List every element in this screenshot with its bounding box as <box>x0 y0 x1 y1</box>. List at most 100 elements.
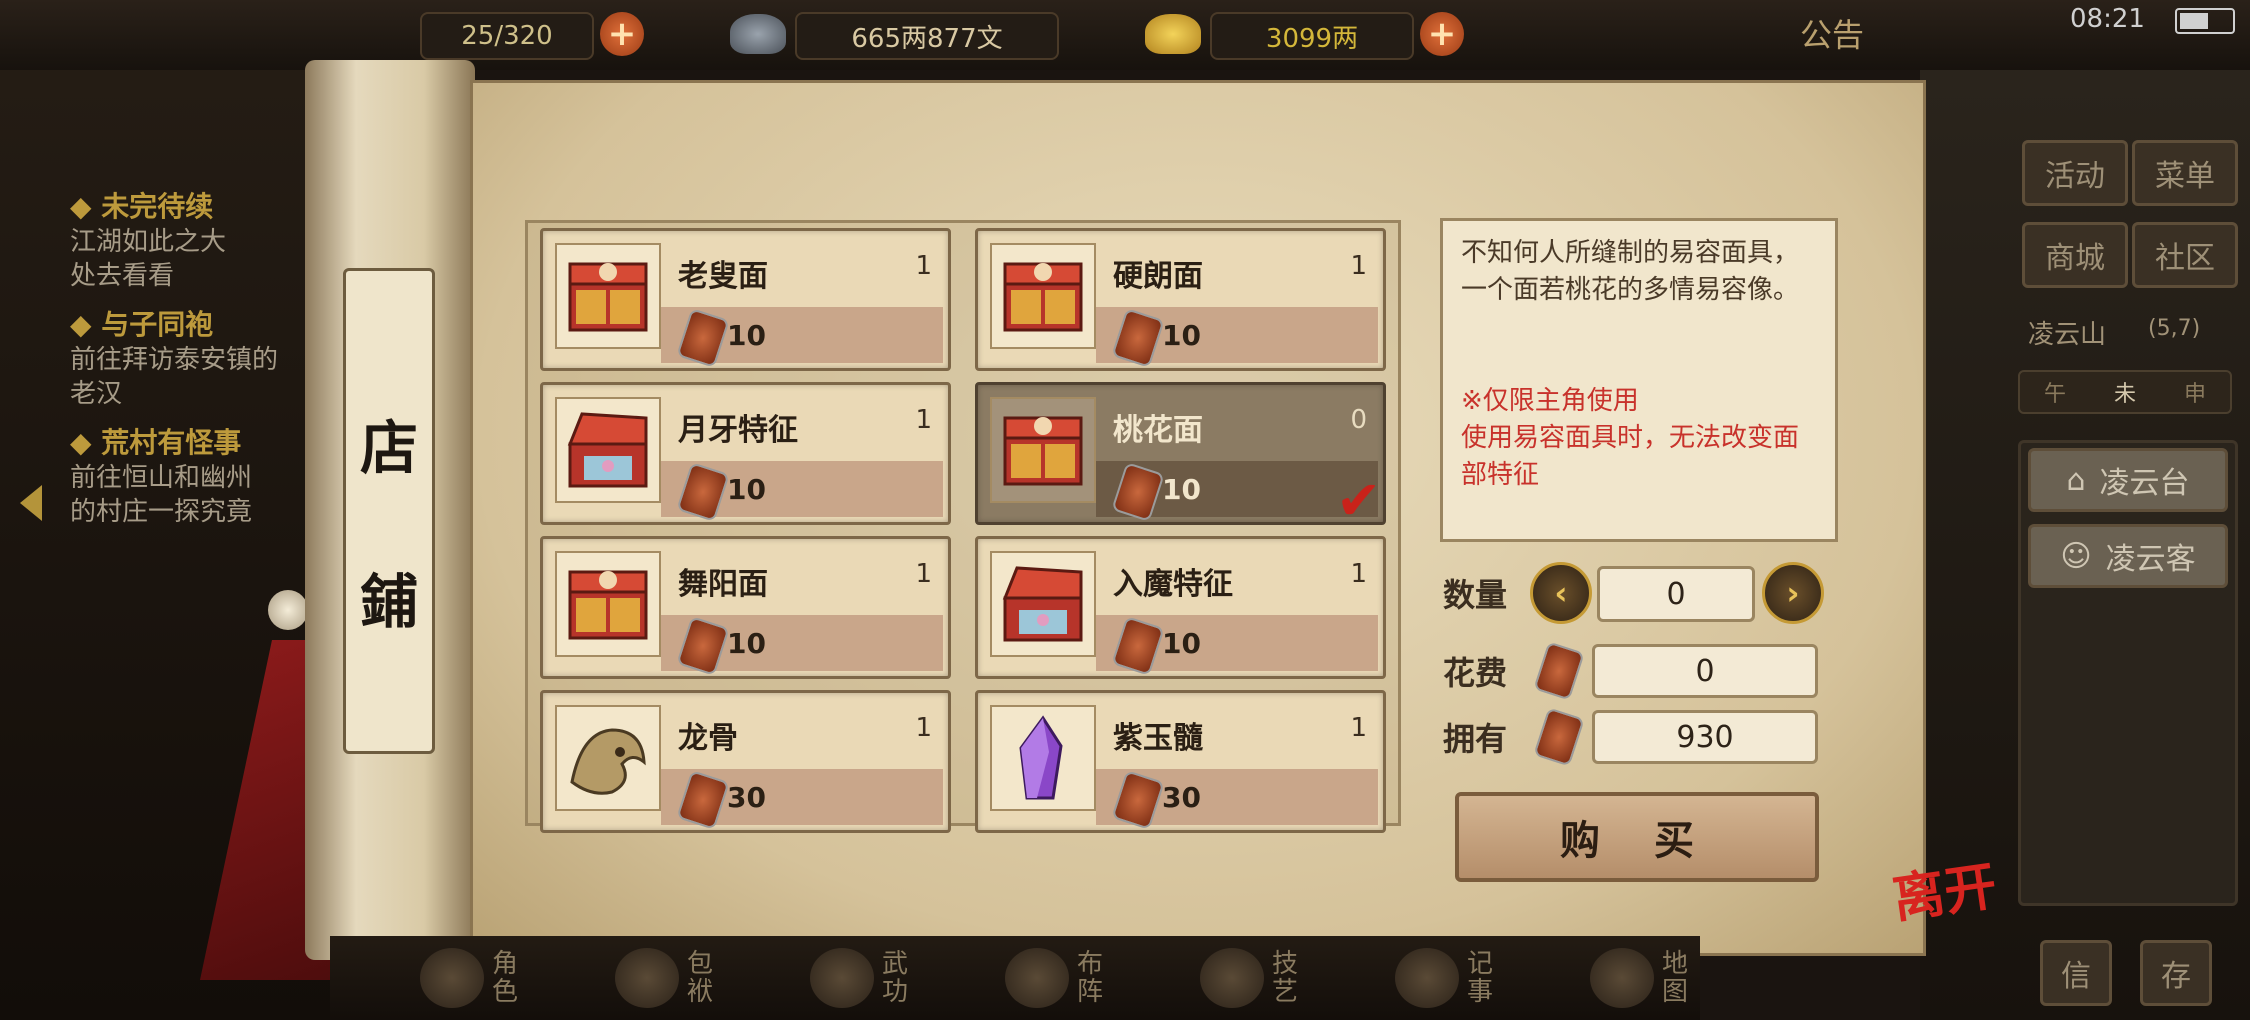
item-quantity: 1 <box>915 713 932 743</box>
item-name: 月牙特征 <box>678 413 798 448</box>
increase-quantity-button[interactable]: › <box>1762 562 1824 624</box>
copper-value: 665两877文 <box>851 23 1003 54</box>
nav-label[interactable]: 包袱 <box>687 950 717 1006</box>
menu-button[interactable]: 菜单 <box>2132 140 2238 206</box>
item-name: 桃花面 <box>1113 413 1203 448</box>
add-silver-button[interactable]: + <box>1420 12 1464 56</box>
quest-desc: 老汉 <box>70 379 123 409</box>
clock: 08:21 <box>2070 4 2145 34</box>
shop-item-card[interactable]: 舞阳面 1 10 <box>540 536 951 679</box>
item-description-box: 不知何人所缝制的易容面具，一个面若桃花的多情易容像。 ※仅限主角使用 使用易容面… <box>1440 218 1838 542</box>
temple-icon: ⌂ <box>2066 462 2086 498</box>
nav-label[interactable]: 布阵 <box>1077 950 1107 1006</box>
decrease-quantity-button[interactable]: ‹ <box>1530 562 1592 624</box>
mail-button[interactable]: 信 <box>2040 940 2112 1006</box>
shop-title-char: 鋪 <box>359 568 418 636</box>
shop-item-card[interactable]: 紫玉髓 1 30 <box>975 690 1386 833</box>
bag-icon[interactable] <box>615 948 679 1008</box>
mall-button[interactable]: 商城 <box>2022 222 2128 288</box>
add-stamina-button[interactable]: + <box>600 12 644 56</box>
buy-label: 购 买 <box>1560 818 1714 864</box>
shop-item-card[interactable]: 硬朗面 1 10 <box>975 228 1386 371</box>
item-quantity: 1 <box>1350 559 1367 589</box>
place-label: 凌云台 <box>2099 466 2190 501</box>
quest-item[interactable]: ◆ 荒村有怪事 前往恒山和幽州 的村庄一探究竟 <box>70 421 340 529</box>
person-icon: ☺ <box>2060 538 2092 574</box>
nav-label[interactable]: 地图 <box>1662 950 1692 1006</box>
stamina-display: 25/320 <box>420 12 594 60</box>
mask-chest-icon <box>990 243 1096 349</box>
item-quantity: 1 <box>1350 251 1367 281</box>
cost-display: 0 <box>1592 644 1818 698</box>
item-quantity: 1 <box>915 251 932 281</box>
cost-value: 0 <box>1695 653 1715 689</box>
nav-label[interactable]: 记事 <box>1467 950 1497 1006</box>
time-mark: 申 <box>2183 382 2206 407</box>
nav-label[interactable]: 武功 <box>882 950 912 1006</box>
checkmark-icon: ✔ <box>1336 469 1382 532</box>
quest-title: ◆ 与子同袍 <box>70 308 214 341</box>
journal-icon[interactable] <box>1395 948 1459 1008</box>
dragon-bone-icon <box>555 705 661 811</box>
buy-button[interactable]: 购 买 <box>1455 792 1819 882</box>
item-quantity: 1 <box>915 405 932 435</box>
owned-label: 拥有 <box>1443 720 1508 758</box>
shop-item-card[interactable]: 桃花面 0 10 ✔ <box>975 382 1386 532</box>
martial-arts-icon[interactable] <box>810 948 874 1008</box>
time-of-day-bar: 午 未 申 <box>2018 370 2232 414</box>
item-quantity: 0 <box>1350 405 1367 435</box>
item-quantity: 1 <box>915 559 932 589</box>
quantity-input[interactable]: 0 <box>1597 566 1755 622</box>
collapse-panel-arrow-icon[interactable] <box>20 485 42 521</box>
notice-button[interactable]: 公告 <box>1800 10 1864 56</box>
item-name: 入魔特征 <box>1113 567 1233 602</box>
item-price: 10 <box>1162 319 1201 352</box>
place-button[interactable]: ⌂ 凌云台 <box>2028 448 2228 512</box>
quantity-value: 0 <box>1666 576 1686 612</box>
nav-label[interactable]: 角色 <box>492 950 522 1006</box>
shop-item-card[interactable]: 龙骨 1 30 <box>540 690 951 833</box>
time-mark: 午 <box>2043 382 2066 407</box>
purple-crystal-icon <box>990 705 1096 811</box>
map-icon[interactable] <box>1590 948 1654 1008</box>
time-mark: 未 <box>2113 382 2136 407</box>
quest-desc: 前往恒山和幽州 <box>70 463 253 493</box>
feature-chest-open-icon <box>555 397 661 503</box>
nav-label[interactable]: 技艺 <box>1272 950 1302 1006</box>
quest-title: ◆ 荒村有怪事 <box>70 426 242 459</box>
item-price: 10 <box>1162 627 1201 660</box>
feature-chest-open-icon <box>990 551 1096 657</box>
save-button[interactable]: 存 <box>2140 940 2212 1006</box>
quest-desc: 处去看看 <box>70 261 175 291</box>
quantity-label: 数量 <box>1443 576 1508 614</box>
skills-icon[interactable] <box>1200 948 1264 1008</box>
item-name: 硬朗面 <box>1113 259 1203 294</box>
activity-button[interactable]: 活动 <box>2022 140 2128 206</box>
tassel-bead <box>268 590 308 630</box>
item-price: 10 <box>727 319 766 352</box>
shop-item-card[interactable]: 老叟面 1 10 <box>540 228 951 371</box>
item-name: 紫玉髓 <box>1113 721 1203 756</box>
item-restriction-note: ※仅限主角使用 使用易容面具时，无法改变面部特征 <box>1461 386 1800 490</box>
shop-item-card[interactable]: 入魔特征 1 10 <box>975 536 1386 679</box>
owned-display: 930 <box>1592 710 1818 764</box>
owned-value: 930 <box>1676 719 1734 755</box>
quest-desc: 前往拜访泰安镇的 <box>70 345 279 375</box>
copper-ingot-icon <box>730 14 786 54</box>
item-description: 不知何人所缝制的易容面具，一个面若桃花的多情易容像。 <box>1461 238 1800 305</box>
shop-title-plate: 店 鋪 <box>343 268 435 754</box>
community-button[interactable]: 社区 <box>2132 222 2238 288</box>
formation-icon[interactable] <box>1005 948 1069 1008</box>
silver-display: 3099两 <box>1210 12 1414 60</box>
quest-item[interactable]: ◆ 与子同袍 前往拜访泰安镇的 老汉 <box>70 303 340 411</box>
stamina-value: 25/320 <box>461 21 553 51</box>
shop-title-char: 店 <box>359 414 418 482</box>
quest-item[interactable]: ◆ 未完待续 江湖如此之大 处去看看 <box>70 185 340 293</box>
item-name: 龙骨 <box>678 721 738 756</box>
character-icon[interactable] <box>420 948 484 1008</box>
place-button[interactable]: ☺ 凌云客 <box>2028 524 2228 588</box>
leave-button[interactable]: 离开 <box>1887 843 2006 933</box>
quest-desc: 江湖如此之大 <box>70 227 227 257</box>
location-name: 凌云山 <box>2028 320 2107 350</box>
shop-item-card[interactable]: 月牙特征 1 10 <box>540 382 951 525</box>
